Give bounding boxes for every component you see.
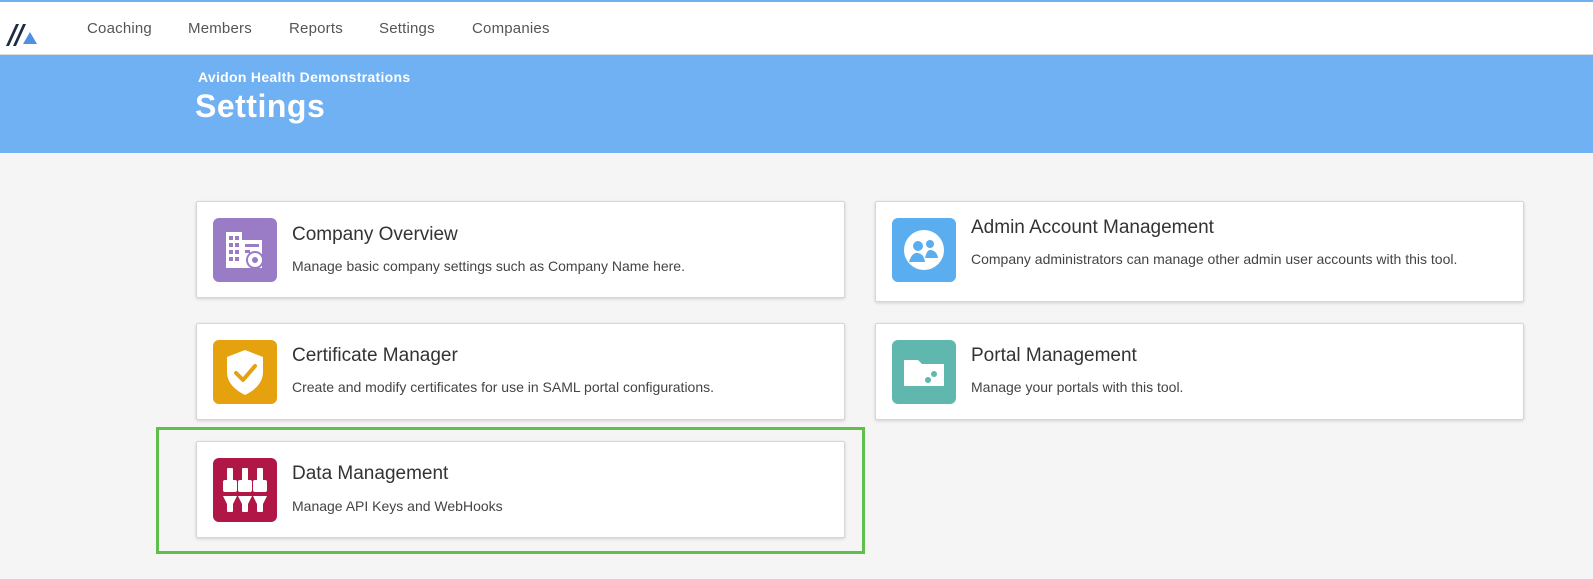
folder-icon bbox=[892, 340, 956, 404]
card-admin-account-management[interactable]: Admin Account Management Company adminis… bbox=[875, 201, 1524, 302]
nav-reports[interactable]: Reports bbox=[289, 20, 343, 37]
nav-coaching[interactable]: Coaching bbox=[87, 20, 152, 37]
card-description: Company administrators can manage other … bbox=[971, 251, 1458, 267]
highlight-box bbox=[156, 427, 865, 554]
shield-check-icon bbox=[213, 340, 277, 404]
logo-icon[interactable] bbox=[6, 18, 38, 46]
nav-members[interactable]: Members bbox=[188, 20, 252, 37]
card-title: Certificate Manager bbox=[292, 345, 458, 366]
building-gear-icon bbox=[213, 218, 277, 282]
card-title: Company Overview bbox=[292, 224, 458, 245]
page-title: Settings bbox=[195, 88, 326, 124]
card-title: Portal Management bbox=[971, 345, 1137, 366]
top-navbar: Coaching Members Reports Settings Compan… bbox=[0, 2, 1593, 55]
organization-name: Avidon Health Demonstrations bbox=[198, 69, 411, 85]
card-description: Manage basic company settings such as Co… bbox=[292, 258, 685, 274]
page-header-banner: Avidon Health Demonstrations Settings bbox=[0, 55, 1593, 153]
nav-settings[interactable]: Settings bbox=[379, 20, 435, 37]
card-description: Manage your portals with this tool. bbox=[971, 379, 1184, 395]
users-circle-icon bbox=[892, 218, 956, 282]
card-portal-management[interactable]: Portal Management Manage your portals wi… bbox=[875, 323, 1524, 420]
card-company-overview[interactable]: Company Overview Manage basic company se… bbox=[196, 201, 845, 298]
card-certificate-manager[interactable]: Certificate Manager Create and modify ce… bbox=[196, 323, 845, 420]
card-description: Create and modify certificates for use i… bbox=[292, 379, 715, 395]
nav-companies[interactable]: Companies bbox=[472, 20, 550, 37]
card-title: Admin Account Management bbox=[971, 217, 1214, 238]
